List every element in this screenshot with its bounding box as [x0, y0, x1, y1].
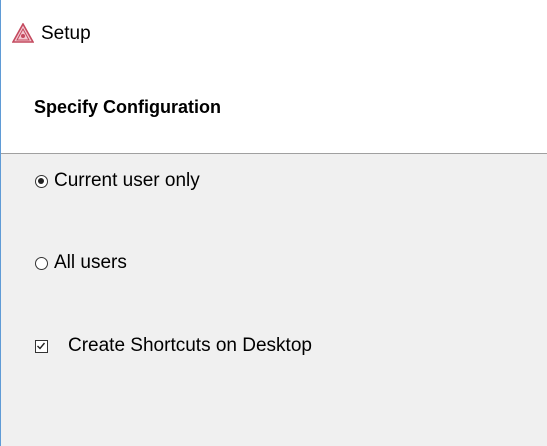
checkbox-create-shortcuts[interactable]: Create Shortcuts on Desktop: [35, 335, 312, 357]
checkbox-create-shortcuts-label: Create Shortcuts on Desktop: [68, 335, 312, 356]
page-title: Specify Configuration: [34, 97, 222, 117]
radio-button[interactable]: [35, 256, 48, 270]
window-title: Setup: [41, 23, 91, 44]
triangle-app-icon: [12, 23, 34, 43]
radio-all-users[interactable]: All users: [35, 252, 127, 274]
radio-button-selected[interactable]: [35, 174, 48, 188]
radio-current-user-label: Current user only: [54, 170, 200, 191]
setup-window: Setup Specify Configuration Current user…: [0, 0, 547, 446]
radio-all-users-label: All users: [54, 252, 127, 273]
checkbox[interactable]: [35, 339, 48, 353]
checkmark-icon: [37, 342, 46, 350]
radio-current-user[interactable]: Current user only: [35, 170, 200, 192]
page-header: Specify Configuration: [1, 72, 547, 154]
title-bar[interactable]: Setup: [1, 0, 547, 72]
